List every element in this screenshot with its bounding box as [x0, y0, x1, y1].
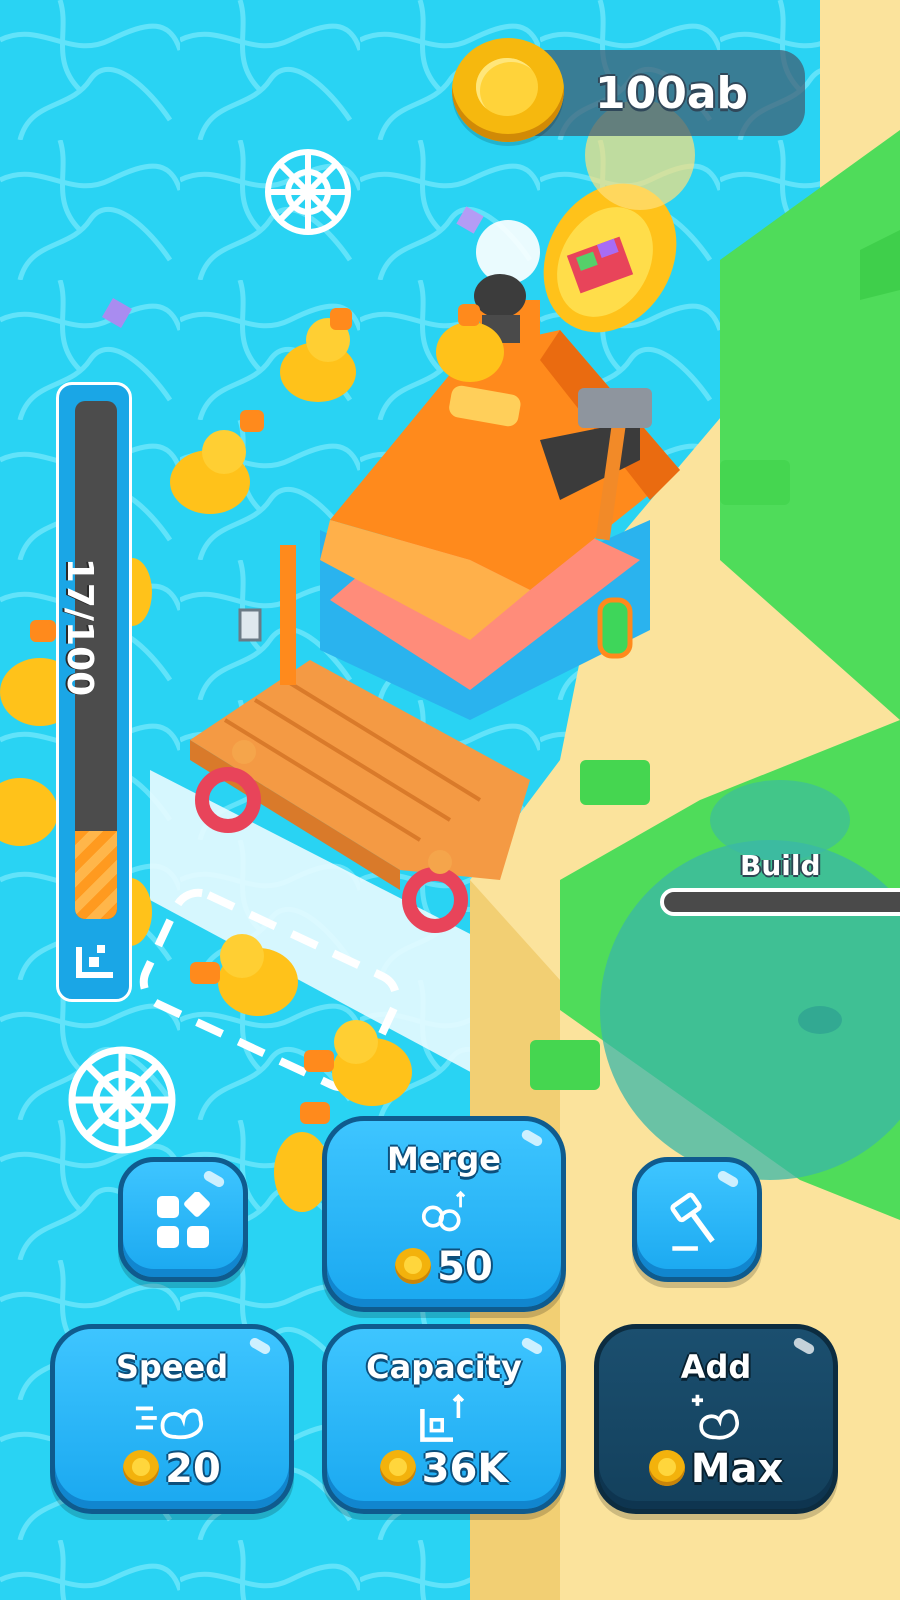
capacity-price: 36K — [327, 1445, 561, 1493]
coin-icon — [123, 1450, 160, 1486]
speed-label: Speed — [115, 1348, 229, 1386]
build-button[interactable] — [632, 1157, 762, 1282]
coin-icon — [648, 1450, 685, 1486]
build-progress-bar — [660, 888, 900, 916]
build-label: Build — [740, 849, 821, 882]
ducks-merge-icon — [421, 1190, 466, 1232]
capacity-meter: 17/100 — [56, 382, 132, 1002]
duck-speed-icon — [135, 1406, 204, 1440]
capacity-fill — [75, 830, 117, 919]
speed-price-value: 20 — [165, 1446, 221, 1492]
merge-price-value: 50 — [437, 1244, 493, 1290]
speed-button[interactable]: Speed 20 — [50, 1324, 294, 1514]
add-duck-button[interactable]: Add Max — [594, 1324, 838, 1514]
merge-label: Merge — [387, 1140, 501, 1178]
menu-button[interactable] — [118, 1157, 248, 1282]
add-price-value: Max — [690, 1446, 784, 1492]
spider-web-top — [265, 149, 351, 235]
grid-menu-icon — [157, 1192, 210, 1248]
merge-price: 50 — [327, 1243, 561, 1291]
capacity-price-value: 36K — [421, 1446, 509, 1492]
add-duck-icon — [691, 1394, 739, 1440]
coin-icon — [379, 1450, 416, 1486]
coin-balance: 100ab — [595, 68, 749, 119]
spider-web-bottom — [68, 1046, 176, 1154]
coin-icon — [395, 1248, 432, 1284]
speed-price: 20 — [55, 1445, 289, 1493]
box-capacity-icon — [420, 1393, 465, 1442]
capacity-label: Capacity — [366, 1348, 522, 1386]
capacity-text: 17/100 — [59, 557, 100, 697]
capacity-box-icon — [76, 945, 113, 978]
add-label: Add — [680, 1348, 752, 1386]
coin-icon — [452, 38, 564, 142]
add-price: Max — [599, 1445, 833, 1493]
capacity-button[interactable]: Capacity 36K — [322, 1324, 566, 1514]
merge-button[interactable]: Merge 50 — [322, 1116, 566, 1312]
hammer-icon — [670, 1192, 715, 1251]
